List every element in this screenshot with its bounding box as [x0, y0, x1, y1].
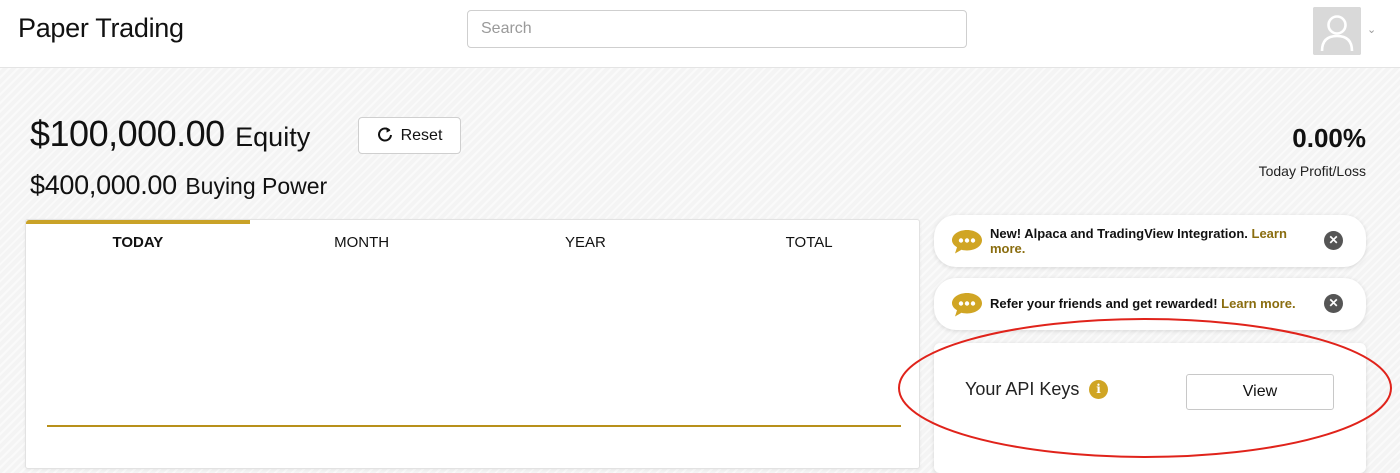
- equity-label: Equity: [235, 122, 311, 152]
- top-bar: Paper Trading ⌄: [0, 0, 1400, 68]
- portfolio-chart-card: TODAY MONTH YEAR TOTAL: [25, 219, 920, 469]
- buying-power-display: $400,000.00 Buying Power: [30, 170, 327, 201]
- info-icon[interactable]: i: [1089, 380, 1108, 399]
- banner-message: New! Alpaca and TradingView Integration.: [990, 226, 1252, 241]
- tab-month[interactable]: MONTH: [250, 220, 474, 265]
- buying-power-value: $400,000.00: [30, 170, 177, 200]
- reset-label: Reset: [400, 126, 443, 144]
- search-input[interactable]: [467, 10, 967, 48]
- user-icon: [1313, 7, 1361, 55]
- equity-display: $100,000.00 Equity: [30, 113, 310, 155]
- referral-banner: Refer your friends and get rewarded! Lea…: [934, 278, 1366, 330]
- profit-loss-value: 0.00%: [1292, 123, 1366, 153]
- banner-text: Refer your friends and get rewarded! Lea…: [990, 296, 1320, 311]
- api-keys-label: Your API Keys: [965, 379, 1080, 399]
- avatar[interactable]: [1313, 7, 1361, 55]
- reset-button[interactable]: Reset: [358, 117, 461, 154]
- tab-today[interactable]: TODAY: [26, 220, 250, 265]
- chevron-down-icon[interactable]: ⌄: [1367, 23, 1376, 36]
- close-icon[interactable]: ✕: [1324, 231, 1343, 250]
- close-icon[interactable]: ✕: [1324, 294, 1343, 313]
- banner-message: Refer your friends and get rewarded!: [990, 296, 1222, 311]
- chat-bubble-icon: [952, 230, 982, 254]
- view-api-keys-button[interactable]: View: [1186, 374, 1334, 410]
- tab-year[interactable]: YEAR: [474, 220, 698, 265]
- api-keys-card: Your API Keys i View: [934, 343, 1366, 473]
- portfolio-chart: [47, 425, 901, 427]
- profit-loss-label: Today Profit/Loss: [1258, 163, 1366, 179]
- chart-period-tabs: TODAY MONTH YEAR TOTAL: [26, 220, 921, 265]
- tab-total[interactable]: TOTAL: [697, 220, 921, 265]
- tradingview-banner: New! Alpaca and TradingView Integration.…: [934, 215, 1366, 267]
- equity-value: $100,000.00: [30, 113, 225, 154]
- refresh-icon: [377, 126, 393, 145]
- app-title: Paper Trading: [18, 13, 184, 43]
- banner-text: New! Alpaca and TradingView Integration.…: [990, 226, 1320, 256]
- learn-more-link[interactable]: Learn more.: [1221, 296, 1295, 311]
- chat-bubble-icon: [952, 293, 982, 317]
- buying-power-label: Buying Power: [185, 173, 328, 199]
